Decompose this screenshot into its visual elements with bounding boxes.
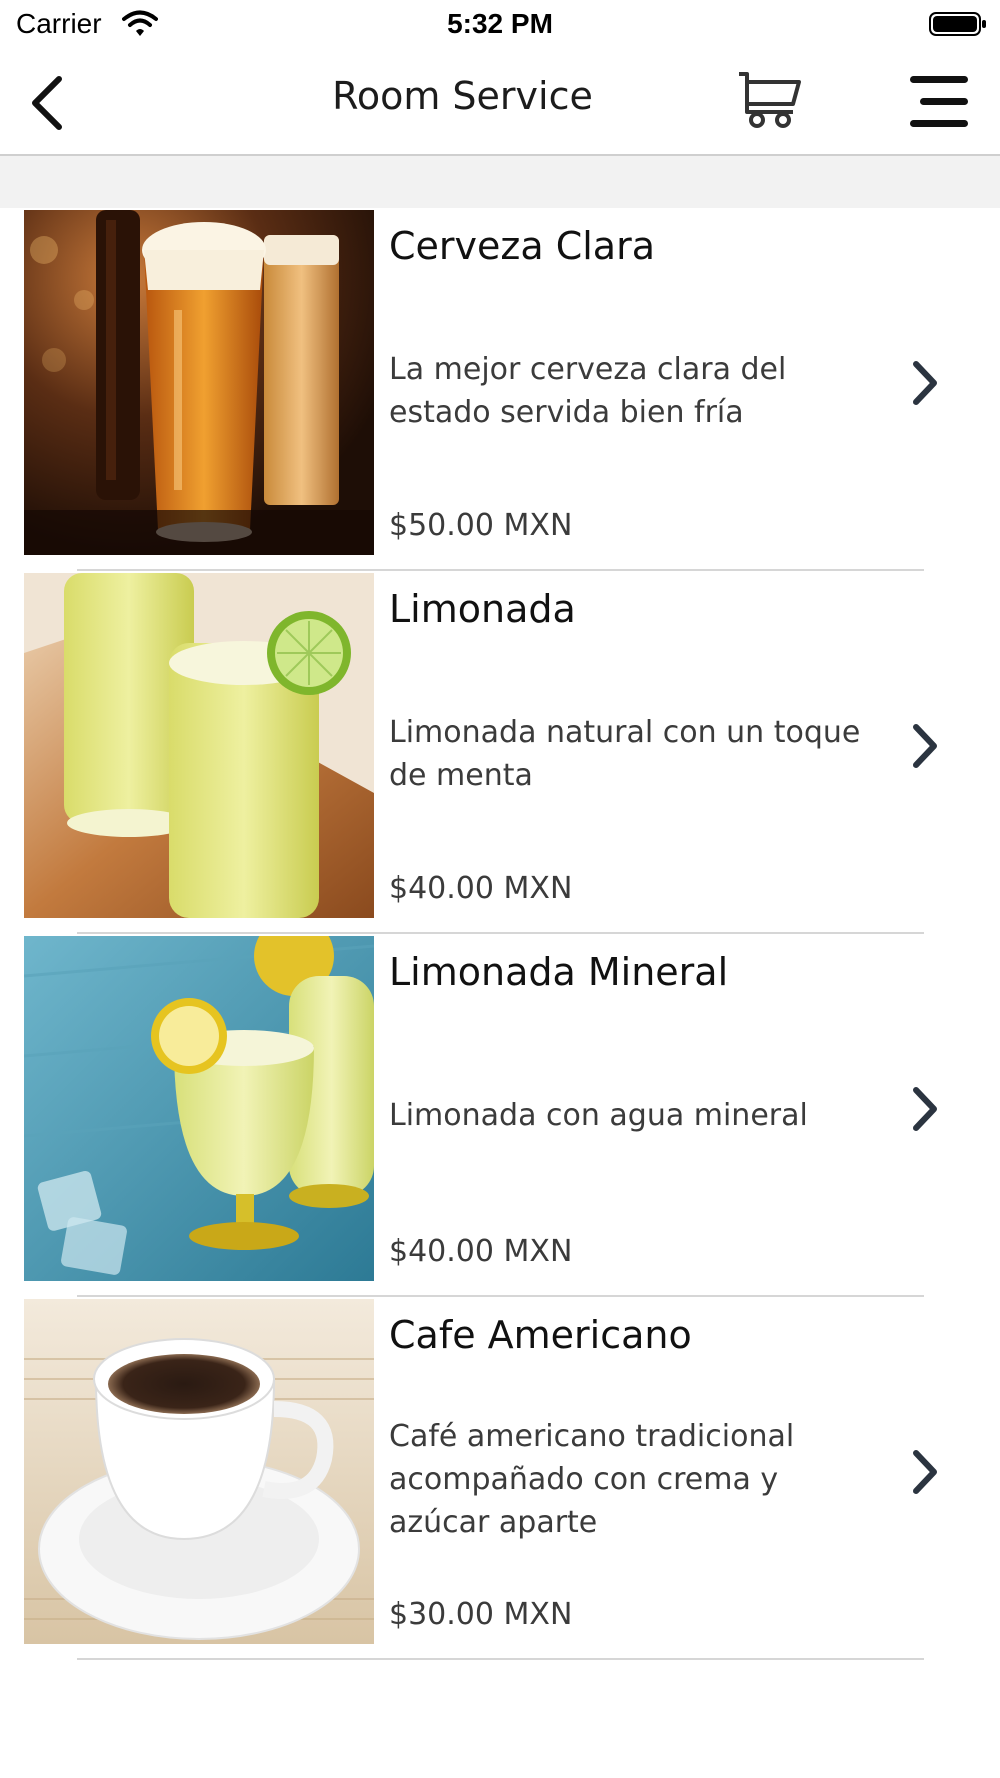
cart-icon	[739, 72, 801, 128]
status-bar: Carrier 5:32 PM	[0, 0, 1000, 52]
chevron-right-icon	[913, 724, 937, 768]
item-price: $40.00 MXN	[389, 871, 573, 906]
navigation-bar: Room Service	[0, 52, 1000, 156]
coffee-image	[24, 1299, 374, 1644]
mineral-lemonade-image	[24, 936, 374, 1281]
list-item[interactable]: Limonada Limonada natural con un toque d…	[0, 571, 1000, 934]
battery-icon	[928, 10, 988, 38]
clock-label: 5:32 PM	[447, 8, 553, 39]
divider	[77, 1658, 924, 1660]
item-description: Café americano tradicional acompañado co…	[389, 1419, 795, 1540]
item-price: $50.00 MXN	[389, 508, 573, 543]
chevron-right-icon	[913, 1087, 937, 1131]
chevron-right-icon	[913, 361, 937, 405]
item-name: Limonada	[389, 587, 576, 631]
item-description: La mejor cerveza clara del estado servid…	[389, 352, 787, 430]
header-spacer	[0, 156, 1000, 208]
cart-button[interactable]	[735, 64, 805, 134]
item-price: $30.00 MXN	[389, 1597, 573, 1632]
beer-image	[24, 210, 374, 555]
list-item[interactable]: Limonada Mineral Limonada con agua miner…	[0, 934, 1000, 1297]
menu-button[interactable]	[904, 66, 974, 136]
menu-items-list: Cerveza Clara La mejor cerveza clara del…	[0, 208, 1000, 1660]
lemonade-image	[24, 573, 374, 918]
list-item[interactable]: Cafe Americano Café americano tradiciona…	[0, 1297, 1000, 1660]
item-description: Limonada natural con un toque de menta	[389, 715, 861, 793]
item-name: Limonada Mineral	[389, 950, 729, 994]
item-price: $40.00 MXN	[389, 1234, 573, 1269]
chevron-right-icon	[913, 1450, 937, 1494]
item-name: Cafe Americano	[389, 1313, 692, 1357]
list-item[interactable]: Cerveza Clara La mejor cerveza clara del…	[0, 208, 1000, 571]
hamburger-menu-icon	[910, 76, 968, 127]
item-name: Cerveza Clara	[389, 224, 655, 268]
item-description: Limonada con agua mineral	[389, 1098, 808, 1133]
